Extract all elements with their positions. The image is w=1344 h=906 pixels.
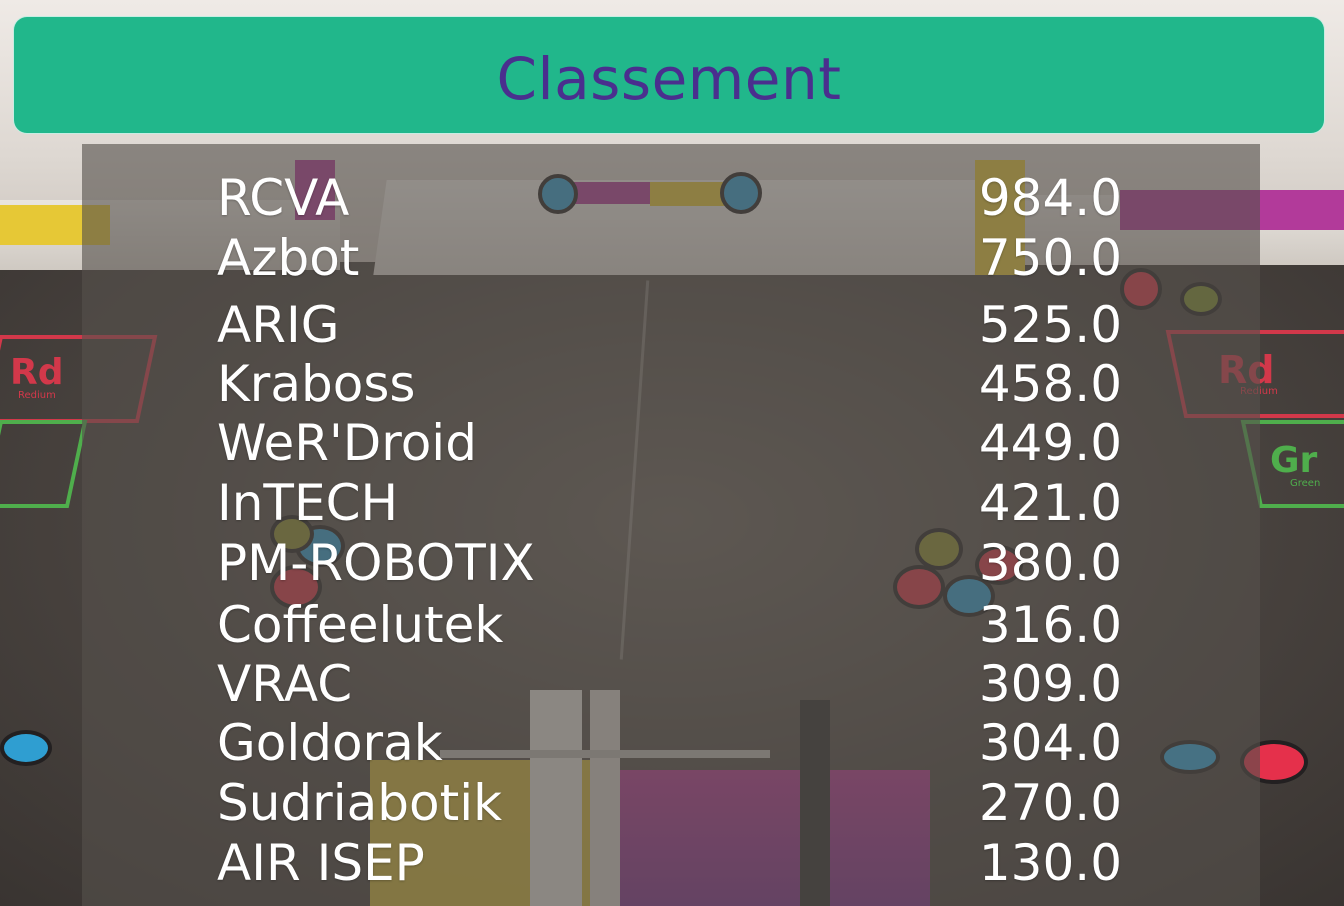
team-score: 525.0 — [978, 296, 1122, 354]
team-name: ARIG — [217, 296, 340, 354]
team-name: InTECH — [217, 474, 399, 532]
zone-symbol-right-green: Gr — [1270, 440, 1318, 481]
page-title: Classement — [496, 45, 842, 113]
zone-symbol-left: Rd — [10, 352, 64, 393]
standings-row: Coffeelutek 316.0 — [217, 596, 1122, 654]
team-name: PM-ROBOTIX — [217, 534, 535, 592]
standings-row: PM-ROBOTIX 380.0 — [217, 534, 1122, 592]
standings-row: Azbot 750.0 — [217, 229, 1122, 287]
header-bar: Classement — [13, 16, 1325, 134]
team-name: Sudriabotik — [217, 774, 503, 832]
standings-row: Sudriabotik 270.0 — [217, 774, 1122, 832]
standings-row: InTECH 421.0 — [217, 474, 1122, 532]
standings-row: Goldorak 304.0 — [217, 714, 1122, 772]
team-name: Kraboss — [217, 355, 416, 413]
team-score: 458.0 — [978, 355, 1122, 413]
team-name: RCVA — [217, 169, 350, 227]
team-name: WeR'Droid — [217, 414, 477, 472]
zone-subtitle-right-green: Green — [1290, 478, 1321, 489]
standings-row: AIR ISEP 130.0 — [217, 834, 1122, 892]
team-name: Azbot — [217, 229, 360, 287]
team-score: 304.0 — [978, 714, 1122, 772]
team-score: 270.0 — [978, 774, 1122, 832]
standings-row: VRAC 309.0 — [217, 655, 1122, 713]
team-score: 380.0 — [978, 534, 1122, 592]
standings-row: Kraboss 458.0 — [217, 355, 1122, 413]
team-score: 750.0 — [978, 229, 1122, 287]
team-score: 984.0 — [978, 169, 1122, 227]
team-score: 449.0 — [978, 414, 1122, 472]
team-name: AIR ISEP — [217, 834, 425, 892]
zone-subtitle-left: Redium — [18, 390, 56, 401]
team-score: 130.0 — [978, 834, 1122, 892]
standings-panel: RCVA 984.0 Azbot 750.0 ARIG 525.0 Kraboss 458.0… — [82, 144, 1260, 906]
team-name: VRAC — [217, 655, 353, 713]
team-score: 309.0 — [978, 655, 1122, 713]
team-score: 421.0 — [978, 474, 1122, 532]
standings-row: RCVA 984.0 — [217, 169, 1122, 227]
standings-row: WeR'Droid 449.0 — [217, 414, 1122, 472]
blue-puck — [0, 730, 52, 766]
team-score: 316.0 — [978, 596, 1122, 654]
standings-row: ARIG 525.0 — [217, 296, 1122, 354]
team-name: Goldorak — [217, 714, 443, 772]
team-name: Coffeelutek — [217, 596, 504, 654]
